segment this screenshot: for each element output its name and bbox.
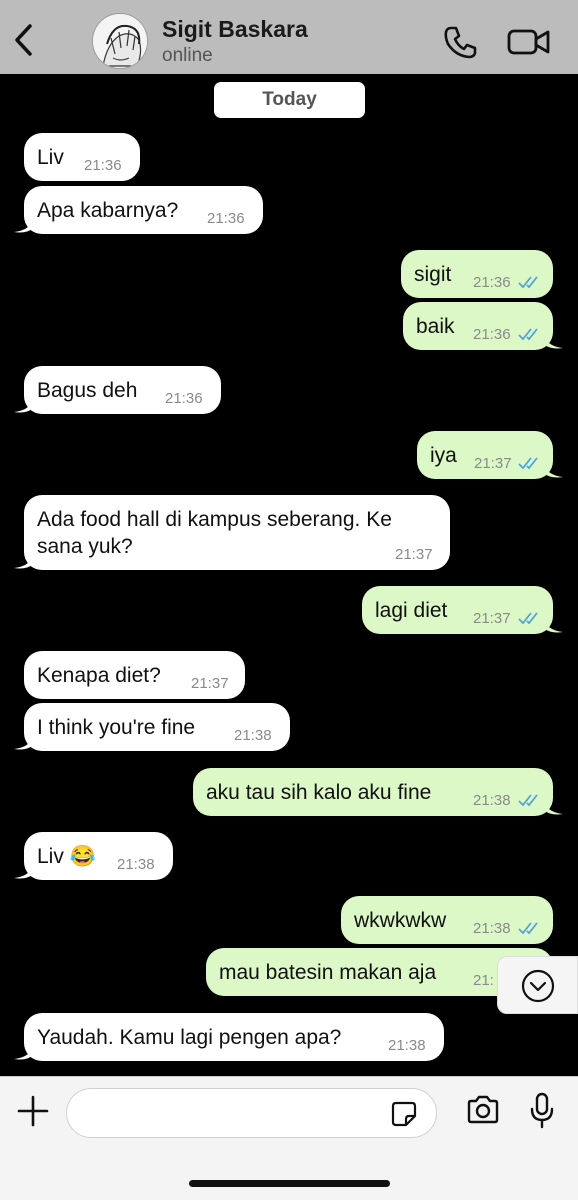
sticker-icon[interactable]: [390, 1100, 418, 1128]
message-text: Kenapa diet?: [37, 664, 161, 687]
plus-icon[interactable]: [16, 1094, 50, 1128]
message-time: 21:37: [474, 455, 512, 472]
read-receipt-icon: [518, 457, 538, 470]
message-text: wkwkwkw: [354, 909, 447, 932]
read-receipt-icon: [518, 794, 538, 807]
phone-icon[interactable]: [442, 24, 478, 60]
message-text-line-2: sana yuk?: [37, 535, 133, 558]
message-time: 21:36: [473, 274, 511, 291]
message-bubble-incoming[interactable]: Ada food hall di kampus seberang. Ke san…: [24, 495, 450, 570]
message-bubble-incoming[interactable]: Kenapa diet? 21:37: [24, 651, 245, 699]
home-indicator: [189, 1180, 390, 1187]
message-bubble-incoming[interactable]: I think you're fine 21:38: [24, 703, 290, 751]
contact-status: online: [162, 45, 213, 66]
message-time: 21:37: [395, 546, 433, 563]
read-receipt-icon: [518, 612, 538, 625]
message-time: 21:36: [473, 326, 511, 343]
video-camera-icon[interactable]: [506, 26, 552, 58]
message-text: Liv: [37, 146, 64, 169]
scroll-to-bottom-button[interactable]: [497, 956, 578, 1014]
message-time: 21:36: [84, 157, 122, 174]
message-bubble-incoming[interactable]: Liv 😂 21:38: [24, 832, 173, 880]
message-bubble-incoming[interactable]: Bagus deh 21:36: [24, 366, 221, 414]
message-text: aku tau sih kalo aku fine: [206, 781, 432, 804]
message-bubble-outgoing[interactable]: sigit 21:36: [401, 250, 553, 298]
message-time: 21:38: [117, 856, 155, 873]
message-time: 21:37: [191, 675, 229, 692]
camera-icon[interactable]: [465, 1094, 501, 1126]
message-bubble-outgoing[interactable]: wkwkwkw 21:38: [341, 896, 553, 944]
message-time: 21:36: [165, 390, 203, 407]
read-receipt-icon: [518, 328, 538, 341]
message-time: 21:38: [234, 727, 272, 744]
message-text: iya: [430, 444, 457, 467]
message-text: Liv 😂: [37, 845, 96, 868]
message-text: sigit: [414, 263, 452, 286]
message-time: 21:38: [388, 1037, 426, 1054]
message-text: Yaudah. Kamu lagi pengen apa?: [37, 1026, 342, 1049]
message-time: 21:36: [207, 210, 245, 227]
message-input[interactable]: [66, 1088, 437, 1138]
date-separator: Today: [214, 82, 365, 118]
message-bubble-outgoing[interactable]: baik 21:36: [403, 302, 553, 350]
message-bubble-outgoing[interactable]: lagi diet 21:37: [362, 586, 553, 634]
read-receipt-icon: [518, 276, 538, 289]
message-text: mau batesin makan aja: [219, 961, 437, 984]
message-text: Bagus deh: [37, 379, 138, 402]
message-bubble-incoming[interactable]: Apa kabarnya? 21:36: [24, 186, 263, 234]
avatar[interactable]: [92, 13, 148, 69]
message-text-line-1: Ada food hall di kampus seberang. Ke: [37, 508, 392, 531]
microphone-icon[interactable]: [528, 1092, 556, 1130]
message-text: baik: [416, 315, 455, 338]
chevron-down-circle-icon: [521, 969, 555, 1003]
message-time: 21:: [473, 972, 494, 989]
chevron-left-icon[interactable]: [10, 22, 40, 58]
message-text: Apa kabarnya?: [37, 199, 179, 222]
message-bubble-outgoing[interactable]: aku tau sih kalo aku fine 21:38: [193, 768, 553, 816]
message-time: 21:38: [473, 920, 511, 937]
message-time: 21:37: [473, 610, 511, 627]
message-text: I think you're fine: [37, 716, 196, 739]
read-receipt-icon: [518, 922, 538, 935]
message-bubble-outgoing[interactable]: iya 21:37: [417, 431, 553, 479]
message-text: lagi diet: [375, 599, 448, 622]
message-bubble-incoming[interactable]: Liv 21:36: [24, 133, 140, 181]
message-bubble-incoming[interactable]: Yaudah. Kamu lagi pengen apa? 21:38: [24, 1013, 444, 1061]
message-time: 21:38: [473, 792, 511, 809]
contact-name[interactable]: Sigit Baskara: [162, 16, 308, 43]
